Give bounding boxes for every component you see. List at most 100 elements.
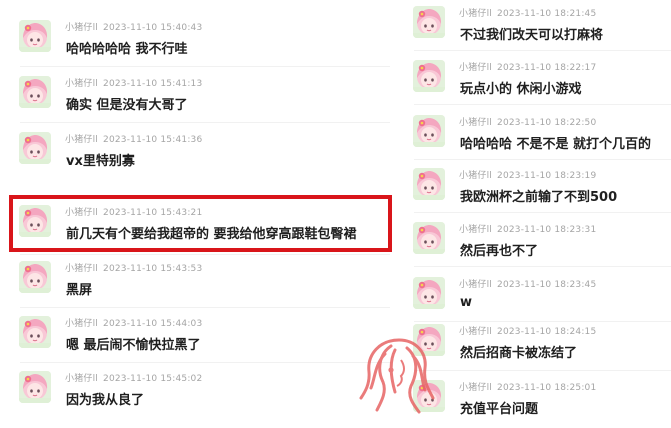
pink-hair-girl-avatar-icon (19, 261, 51, 293)
sender-name: 小猪仔ll (65, 23, 99, 33)
message-text: 玩点小的 休闲小游戏 (460, 82, 582, 97)
message-text: w (460, 295, 473, 310)
chat-message: 小猪仔ll 2023-11-10 15:41:13 确实 但是没有大哥了 (10, 76, 390, 124)
chat-message: 小猪仔ll 2023-11-10 18:25:01 充值平台问题 (404, 380, 666, 428)
avatar[interactable] (19, 316, 51, 348)
message-text: 嗯 最后闹不愉快拉黑了 (66, 338, 201, 353)
message-text: 哈哈哈哈 不是不是 就打个几百的 (460, 137, 652, 152)
message-time: 2023-11-10 18:24:15 (497, 327, 597, 337)
message-text: 确实 但是没有大哥了 (66, 98, 188, 113)
avatar[interactable] (19, 132, 51, 164)
message-time: 2023-11-10 18:22:17 (497, 63, 597, 73)
message-time: 2023-11-10 18:23:45 (497, 280, 597, 290)
sender-name: 小猪仔ll (65, 79, 99, 89)
woman-profile-watermark-icon (359, 338, 435, 414)
sender-name: 小猪仔ll (459, 280, 493, 290)
chat-message: 小猪仔ll 2023-11-10 18:21:45 不过我们改天可以打麻将 (404, 6, 666, 54)
sender-name: 小猪仔ll (65, 319, 99, 329)
sender-name: 小猪仔ll (459, 9, 493, 19)
chat-message: 小猪仔ll 2023-11-10 18:24:15 然后招商卡被冻结了 (404, 324, 666, 372)
message-meta: 小猪仔ll 2023-11-10 15:41:13 (65, 76, 202, 89)
avatar[interactable] (19, 261, 51, 293)
chat-message: 小猪仔ll 2023-11-10 18:23:31 然后再也不了 (404, 222, 666, 270)
avatar[interactable] (413, 115, 445, 147)
avatar[interactable] (413, 168, 445, 200)
message-time: 2023-11-10 15:44:03 (103, 319, 203, 329)
divider (414, 370, 671, 371)
message-text: 然后再也不了 (460, 244, 539, 259)
message-text: 因为我从良了 (66, 393, 145, 408)
message-text: 我欧洲杯之前输了不到500 (460, 190, 618, 205)
message-meta: 小猪仔ll 2023-11-10 18:25:01 (459, 380, 596, 393)
message-meta: 小猪仔ll 2023-11-10 18:23:19 (459, 168, 596, 181)
avatar[interactable] (19, 76, 51, 108)
message-time: 2023-11-10 18:23:31 (497, 225, 597, 235)
avatar[interactable] (413, 60, 445, 92)
message-time: 2023-11-10 18:22:50 (497, 118, 597, 128)
message-time: 2023-11-10 15:43:53 (103, 264, 203, 274)
divider (20, 307, 390, 308)
sender-name: 小猪仔ll (65, 135, 99, 145)
message-text: vx里特别寡 (66, 154, 135, 169)
pink-hair-girl-avatar-icon (413, 6, 445, 38)
divider (20, 66, 390, 67)
message-meta: 小猪仔ll 2023-11-10 15:44:03 (65, 316, 202, 329)
sender-name: 小猪仔ll (459, 225, 493, 235)
avatar[interactable] (19, 20, 51, 52)
avatar[interactable] (19, 371, 51, 403)
chat-message: 小猪仔ll 2023-11-10 18:22:50 哈哈哈哈 不是不是 就打个几百… (404, 115, 666, 163)
sender-name: 小猪仔ll (459, 63, 493, 73)
message-time: 2023-11-10 18:21:45 (497, 9, 597, 19)
sender-name: 小猪仔ll (459, 327, 493, 337)
message-time: 2023-11-10 18:25:01 (497, 383, 597, 393)
sender-name: 小猪仔ll (65, 264, 99, 274)
divider (414, 104, 671, 105)
chat-message: 小猪仔ll 2023-11-10 18:22:17 玩点小的 休闲小游戏 (404, 60, 666, 108)
message-text: 然后招商卡被冻结了 (460, 346, 578, 361)
message-meta: 小猪仔ll 2023-11-10 18:22:50 (459, 115, 596, 128)
chat-message: 小猪仔ll 2023-11-10 15:41:36 vx里特别寡 (10, 132, 390, 180)
divider (20, 254, 390, 255)
chat-message: 小猪仔ll 2023-11-10 15:45:02 因为我从良了 (10, 371, 390, 419)
avatar[interactable] (413, 277, 445, 309)
avatar[interactable] (413, 6, 445, 38)
chat-message: 小猪仔ll 2023-11-10 15:40:43 哈哈哈哈哈 我不行哇 (10, 20, 390, 68)
pink-hair-girl-avatar-icon (413, 222, 445, 254)
pink-hair-girl-avatar-icon (413, 168, 445, 200)
message-time: 2023-11-10 15:40:43 (103, 23, 203, 33)
message-meta: 小猪仔ll 2023-11-10 15:41:36 (65, 132, 202, 145)
divider (414, 50, 671, 51)
pink-hair-girl-avatar-icon (19, 76, 51, 108)
sender-name: 小猪仔ll (459, 171, 493, 181)
pink-hair-girl-avatar-icon (413, 60, 445, 92)
message-text: 不过我们改天可以打麻将 (460, 28, 604, 43)
pink-hair-girl-avatar-icon (413, 115, 445, 147)
message-meta: 小猪仔ll 2023-11-10 15:40:43 (65, 20, 202, 33)
divider (414, 321, 671, 322)
highlight-box (9, 195, 392, 252)
pink-hair-girl-avatar-icon (19, 20, 51, 52)
pink-hair-girl-avatar-icon (19, 132, 51, 164)
chat-message: 小猪仔ll 2023-11-10 18:23:19 我欧洲杯之前输了不到500 (404, 168, 666, 216)
divider (20, 362, 390, 363)
chat-message: 小猪仔ll 2023-11-10 15:43:53 黑屏 (10, 261, 390, 309)
message-time: 2023-11-10 15:41:13 (103, 79, 203, 89)
pink-hair-girl-avatar-icon (413, 277, 445, 309)
avatar[interactable] (413, 222, 445, 254)
message-meta: 小猪仔ll 2023-11-10 18:23:45 (459, 277, 596, 290)
sender-name: 小猪仔ll (65, 374, 99, 384)
divider (414, 159, 671, 160)
sender-name: 小猪仔ll (459, 118, 493, 128)
message-time: 2023-11-10 15:45:02 (103, 374, 203, 384)
divider (20, 122, 390, 123)
pink-hair-girl-avatar-icon (19, 316, 51, 348)
pink-hair-girl-avatar-icon (19, 371, 51, 403)
message-text: 哈哈哈哈哈 我不行哇 (66, 42, 188, 57)
message-meta: 小猪仔ll 2023-11-10 15:45:02 (65, 371, 202, 384)
message-time: 2023-11-10 15:41:36 (103, 135, 203, 145)
message-meta: 小猪仔ll 2023-11-10 18:21:45 (459, 6, 596, 19)
message-time: 2023-11-10 18:23:19 (497, 171, 597, 181)
chat-message: 小猪仔ll 2023-11-10 18:23:45 w (404, 277, 666, 325)
message-meta: 小猪仔ll 2023-11-10 15:43:53 (65, 261, 202, 274)
divider (414, 266, 671, 267)
